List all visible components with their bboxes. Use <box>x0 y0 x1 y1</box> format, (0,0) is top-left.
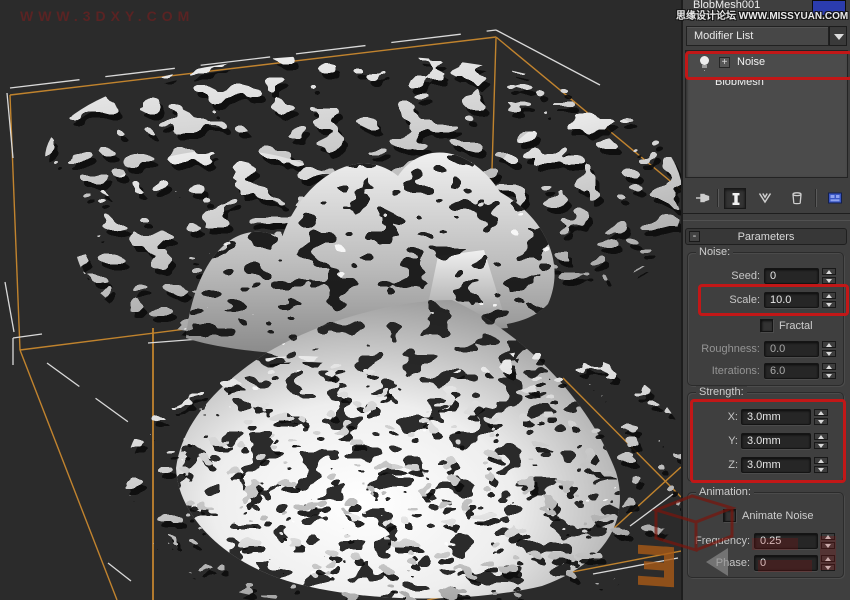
parameters-rollout-header[interactable]: - Parameters <box>685 228 847 245</box>
panel-divider-highlight <box>683 220 850 221</box>
toolbar-separator <box>717 189 719 207</box>
seed-value: 0 <box>770 270 776 282</box>
modifier-stack: + Noise BlobMesh <box>685 50 848 178</box>
scale-label: Scale: <box>698 294 760 306</box>
modifier-list-label: Modifier List <box>694 30 753 42</box>
roughness-value: 0.0 <box>770 343 785 355</box>
phase-label: Phase: <box>688 557 750 569</box>
expand-icon[interactable]: + <box>719 57 730 68</box>
noise-group: Noise: Seed: 0 Scale: 10.0 Fractal Rough… <box>687 252 844 386</box>
frequency-field[interactable]: 0.25 <box>754 533 818 549</box>
strength-z-spinner[interactable] <box>814 457 828 473</box>
seed-label: Seed: <box>698 270 760 282</box>
remove-modifier-icon[interactable] <box>787 188 807 209</box>
make-unique-icon[interactable] <box>755 188 775 209</box>
iterations-field[interactable]: 6.0 <box>764 363 819 379</box>
panel-divider <box>683 213 850 214</box>
strength-z-field[interactable]: 3.0mm <box>741 457 811 473</box>
seed-field[interactable]: 0 <box>764 268 819 284</box>
toolbar-separator <box>815 189 817 207</box>
strength-y-value: 3.0mm <box>747 435 781 447</box>
frequency-spinner[interactable] <box>821 533 835 549</box>
animate-noise-checkbox[interactable] <box>723 509 736 522</box>
iterations-label: Iterations: <box>692 365 760 377</box>
fractal-label: Fractal <box>779 320 813 332</box>
command-panel: BlobMesh001 Modifier List + Noise BlobMe… <box>683 0 850 600</box>
scale-field[interactable]: 10.0 <box>764 292 819 308</box>
strength-x-value: 3.0mm <box>747 411 781 423</box>
configure-modifier-sets-icon[interactable] <box>825 188 845 209</box>
collapse-icon[interactable]: - <box>689 231 700 242</box>
frequency-value: 0.25 <box>760 535 781 547</box>
iterations-value: 6.0 <box>770 365 785 377</box>
stack-item-label: BlobMesh <box>715 76 764 88</box>
show-end-result-icon[interactable] <box>724 188 746 209</box>
strength-z-label: Z: <box>698 459 738 471</box>
strength-group-title: Strength: <box>696 386 747 398</box>
viewport-canvas <box>0 0 681 600</box>
strength-group: Strength: X: 3.0mm Y: 3.0mm Z: 3.0mm <box>687 392 844 482</box>
watermark-missyuan: 思缘设计论坛 WWW.MISSYUAN.COM <box>676 7 850 22</box>
modifier-list-dropdown[interactable]: Modifier List <box>686 26 829 46</box>
strength-z-value: 3.0mm <box>747 459 781 471</box>
stack-item-label: Noise <box>737 56 765 68</box>
watermark-3dxy: WWW.3DXY.COM <box>20 8 194 24</box>
perspective-viewport[interactable]: WWW.3DXY.COM <box>0 0 681 600</box>
strength-x-spinner[interactable] <box>814 409 828 425</box>
phase-field[interactable]: 0 <box>754 555 818 571</box>
noise-group-title: Noise: <box>696 246 733 258</box>
animation-group: Animation: Animate Noise Frequency: 0.25… <box>687 492 844 578</box>
stack-toolbar <box>683 185 850 213</box>
phase-spinner[interactable] <box>821 555 835 571</box>
rollout-title: Parameters <box>738 231 795 243</box>
iterations-spinner[interactable] <box>822 363 836 379</box>
modifier-list-dropdown-button[interactable] <box>829 26 847 46</box>
strength-y-spinner[interactable] <box>814 433 828 449</box>
roughness-label: Roughness: <box>692 343 760 355</box>
animate-noise-label: Animate Noise <box>742 510 814 522</box>
seed-spinner[interactable] <box>822 268 836 284</box>
scale-value: 10.0 <box>770 294 791 306</box>
stack-item-noise[interactable]: + Noise <box>687 54 846 72</box>
strength-y-field[interactable]: 3.0mm <box>741 433 811 449</box>
3dsmax-window: WWW.3DXY.COM BlobMesh001 Modifier List +… <box>0 0 850 600</box>
scale-spinner[interactable] <box>822 292 836 308</box>
strength-x-field[interactable]: 3.0mm <box>741 409 811 425</box>
strength-y-label: Y: <box>698 435 738 447</box>
chevron-down-icon <box>834 34 844 40</box>
phase-value: 0 <box>760 557 766 569</box>
stack-item-blobmesh[interactable]: BlobMesh <box>687 74 846 92</box>
pin-stack-icon[interactable] <box>693 188 713 209</box>
strength-x-label: X: <box>698 411 738 423</box>
frequency-label: Frequency: <box>688 535 750 547</box>
roughness-field[interactable]: 0.0 <box>764 341 819 357</box>
fractal-checkbox[interactable] <box>760 319 773 332</box>
animation-group-title: Animation: <box>696 486 754 498</box>
lightbulb-icon[interactable] <box>700 56 709 65</box>
roughness-spinner[interactable] <box>822 341 836 357</box>
